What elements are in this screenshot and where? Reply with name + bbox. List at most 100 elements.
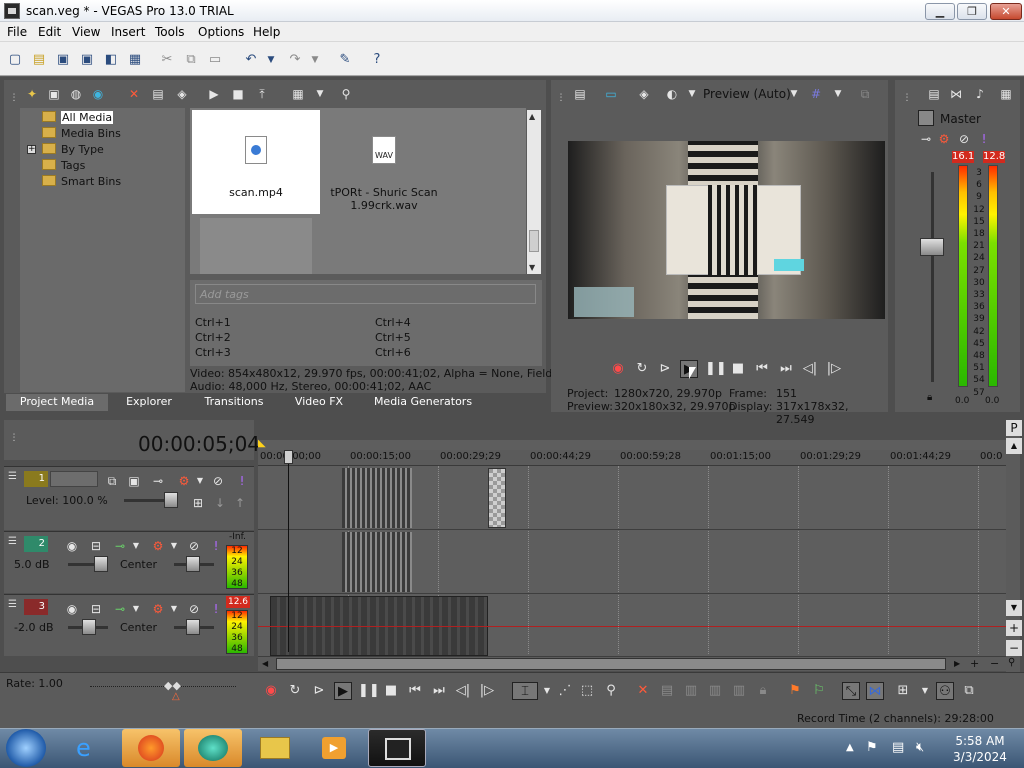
new-project-icon[interactable]: ▢: [6, 51, 24, 69]
panel-grip-icon[interactable]: ⋮: [553, 90, 569, 106]
insert-region-icon[interactable]: ⚐: [810, 682, 828, 700]
auto-preview-icon[interactable]: ◈: [174, 86, 190, 102]
add-tags-input[interactable]: Add tags: [195, 284, 536, 304]
lock-envelopes-icon[interactable]: ⚇: [936, 682, 954, 700]
playhead-cursor[interactable]: [288, 452, 289, 652]
invert-phase-icon[interactable]: ⊟: [88, 601, 104, 617]
split-dropdown-icon[interactable]: ▼: [684, 86, 700, 102]
volume-muted-icon[interactable]: 🔇︎: [916, 740, 924, 755]
redo-icon[interactable]: ↷: [286, 51, 304, 69]
mixer-view-icon[interactable]: ▦: [998, 86, 1014, 102]
menu-view[interactable]: View: [72, 25, 100, 39]
track-header-audio-1[interactable]: ☰ 2 ◉ ⊟ ⊸ ▼ ⚙ ▼ ⊘ ! 5.0 dB Center -Inf. …: [4, 531, 254, 593]
marker-bar-icon[interactable]: ◣: [258, 438, 266, 449]
master-fader[interactable]: [920, 238, 944, 256]
scroll-right-icon[interactable]: ▶: [954, 659, 960, 668]
taskbar-app[interactable]: [184, 729, 242, 767]
menu-options[interactable]: Options: [198, 25, 244, 39]
playhead-handle[interactable]: [284, 450, 293, 464]
normal-edit-tool-icon[interactable]: ⌶: [512, 682, 538, 700]
track-header-video[interactable]: ☰ 1 ⧉ ▣ ⊸ ⚙ ▼ ⊘ ! Level: 100.0 % ⊞ ↓ ↑: [4, 466, 254, 530]
lock-icon[interactable]: 🔒︎: [754, 682, 772, 700]
fx-dropdown-icon[interactable]: ▼: [128, 538, 144, 554]
auto-preview-toggle-icon[interactable]: ⤒: [254, 86, 270, 102]
search-icon[interactable]: ⚲: [338, 86, 354, 102]
insert-fx-icon[interactable]: ⊸: [918, 131, 934, 147]
panel-grip-icon[interactable]: ⋮: [6, 90, 22, 106]
show-hidden-icons[interactable]: ▲: [846, 742, 854, 753]
insert-marker-icon[interactable]: ⚑: [786, 682, 804, 700]
save-icon[interactable]: ▣: [54, 51, 72, 69]
solo-icon[interactable]: !: [976, 131, 992, 147]
audio-event[interactable]: [342, 532, 412, 592]
media-item-placeholder[interactable]: [200, 218, 312, 274]
expand-icon[interactable]: +: [27, 145, 36, 154]
track-dropdown-icon[interactable]: ▼: [166, 538, 182, 554]
tree-item-all-media[interactable]: All Media: [42, 111, 114, 125]
brush-icon[interactable]: ✎: [336, 51, 354, 69]
menu-edit[interactable]: Edit: [38, 25, 61, 39]
copy-snapshot-icon[interactable]: ⧉: [857, 86, 873, 102]
overlays-icon[interactable]: #: [808, 86, 824, 102]
save-as-icon[interactable]: ▣: [78, 51, 96, 69]
scroll-up-icon[interactable]: ▲: [529, 112, 535, 121]
vegas-app-icon[interactable]: [4, 3, 20, 19]
ignore-grouping-icon[interactable]: ⧉: [960, 682, 978, 700]
menu-tools[interactable]: Tools: [155, 25, 185, 39]
volume-envelope[interactable]: [258, 626, 1006, 627]
parent-up-icon[interactable]: ↑: [232, 495, 248, 511]
track-collapse-icon[interactable]: ☰: [8, 471, 17, 482]
level-slider[interactable]: [164, 492, 178, 508]
start-button[interactable]: [6, 729, 46, 767]
quality-dropdown-icon[interactable]: ▼: [786, 86, 802, 102]
open-folder-icon[interactable]: ▤: [30, 51, 48, 69]
edit-tool-dropdown-icon[interactable]: ▼: [538, 682, 556, 700]
lock-icon[interactable]: 🔒︎: [927, 392, 932, 403]
tree-item-smart-bins[interactable]: Smart Bins: [42, 175, 121, 189]
auto-crossfades-icon[interactable]: ⋈: [866, 682, 884, 700]
media-item-scan-mp4[interactable]: scan.mp4: [192, 110, 320, 214]
overlays-dropdown-icon[interactable]: ▼: [830, 86, 846, 102]
go-to-end-icon[interactable]: ⏭: [777, 360, 795, 378]
loop-playback-icon[interactable]: ↻: [633, 360, 651, 378]
solo-icon[interactable]: !: [208, 538, 224, 554]
peak-right[interactable]: 12.8: [983, 151, 1005, 163]
capture-video-icon[interactable]: ▣: [46, 86, 62, 102]
enable-snapping-icon[interactable]: ⤡: [842, 682, 860, 700]
zoom-edit-tool-icon[interactable]: ⚲: [602, 682, 620, 700]
split-icon[interactable]: ▥: [730, 682, 748, 700]
action-center-flag-icon[interactable]: ⚑: [866, 740, 878, 755]
solo-icon[interactable]: !: [234, 473, 250, 489]
tree-item-media-bins[interactable]: Media Bins: [42, 127, 121, 141]
invert-phase-icon[interactable]: ⊟: [88, 538, 104, 554]
record-icon[interactable]: ◉: [262, 682, 280, 700]
scroll-left-icon[interactable]: ◀: [262, 659, 268, 668]
preview-quality-select[interactable]: Preview (Auto): [703, 87, 791, 101]
previous-frame-icon[interactable]: ◁|: [454, 682, 472, 700]
properties-icon[interactable]: ▦: [126, 51, 144, 69]
stop-preview-icon[interactable]: ■: [230, 86, 246, 102]
tag-slot-1[interactable]: Ctrl+1: [195, 316, 231, 329]
envelope-edit-tool-icon[interactable]: ⋰: [556, 682, 574, 700]
ripple-edit-icon[interactable]: ⊞: [894, 682, 912, 700]
track-collapse-icon[interactable]: ☰: [8, 536, 17, 547]
scroll-down-icon[interactable]: ▼: [529, 263, 535, 272]
delete-icon[interactable]: ✕: [634, 682, 652, 700]
selection-edit-tool-icon[interactable]: ⬚: [578, 682, 596, 700]
undo-icon[interactable]: ↶: [242, 51, 260, 69]
volume-slider[interactable]: [94, 556, 108, 572]
mute-icon[interactable]: ⊘: [956, 131, 972, 147]
loop-playback-icon[interactable]: ↻: [286, 682, 304, 700]
arm-record-icon[interactable]: ◉: [64, 538, 80, 554]
copy-icon[interactable]: ⧉: [182, 51, 200, 69]
tag-slot-2[interactable]: Ctrl+2: [195, 331, 231, 344]
next-frame-icon[interactable]: |▷: [825, 360, 843, 378]
zoom-in-horizontal-icon[interactable]: +: [970, 657, 979, 670]
mute-icon[interactable]: ⊘: [186, 601, 202, 617]
zoom-out-horizontal-icon[interactable]: −: [990, 657, 999, 670]
track-dropdown-icon[interactable]: ▼: [192, 473, 208, 489]
volume-slider[interactable]: [82, 619, 96, 635]
track-motion-icon[interactable]: ⧉: [104, 473, 120, 489]
maximize-button[interactable]: ❐: [957, 3, 987, 20]
paste-icon[interactable]: ▭: [206, 51, 224, 69]
